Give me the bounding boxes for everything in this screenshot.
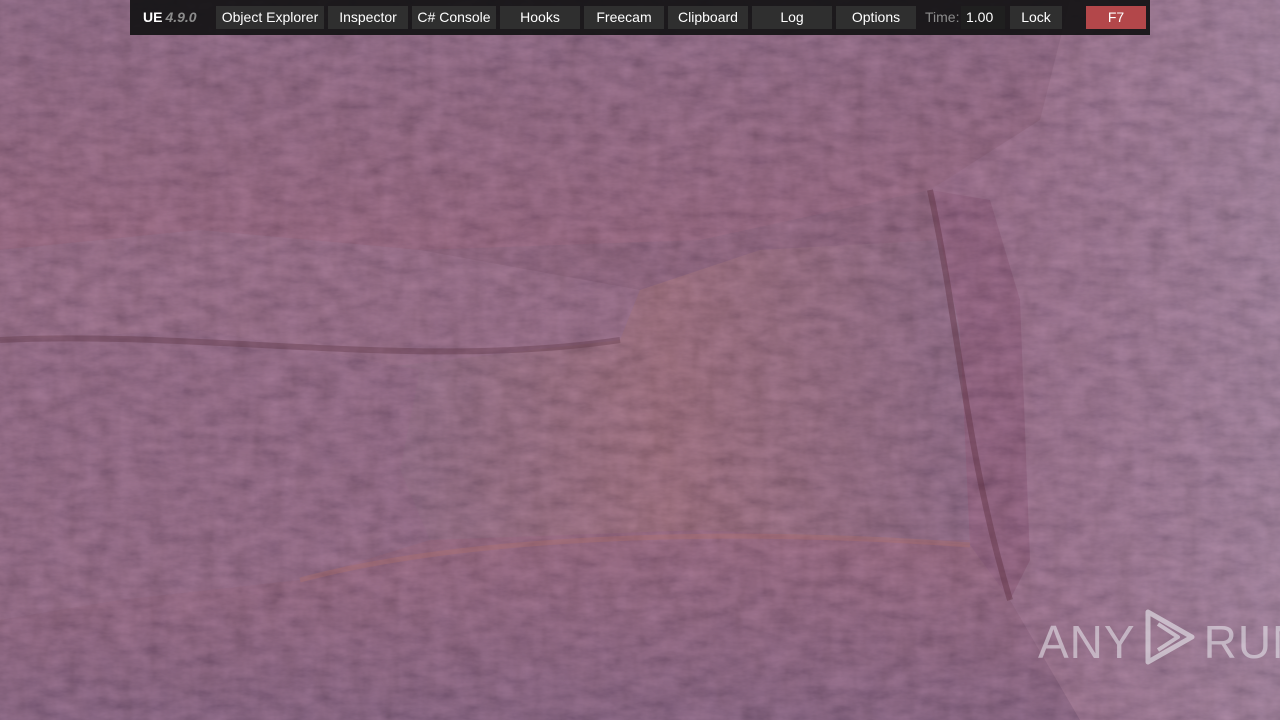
watermark-left-text: ANY [1038,616,1136,668]
ue-brand-label: UE 4.9.0 [143,0,197,35]
anyrun-watermark: ANY RUN [1038,609,1280,672]
ue-version-text: 4.9.0 [165,9,197,25]
unity-explorer-toolbar: UE 4.9.0 Object Explorer Inspector C# Con… [130,0,1150,35]
time-scale-label: Time: [925,9,960,25]
clipboard-button[interactable]: Clipboard [668,6,748,29]
log-button[interactable]: Log [752,6,832,29]
f7-toggle-button[interactable]: F7 [1086,6,1146,29]
freecam-button[interactable]: Freecam [584,6,664,29]
lock-button[interactable]: Lock [1010,6,1062,29]
ue-brand-text: UE [143,9,163,25]
time-scale-input[interactable]: 1.00 [961,6,1005,29]
csharp-console-button[interactable]: C# Console [412,6,496,29]
inspector-button[interactable]: Inspector [328,6,408,29]
options-button[interactable]: Options [836,6,916,29]
hooks-button[interactable]: Hooks [500,6,580,29]
watermark-right-text: RUN [1203,616,1280,668]
object-explorer-button[interactable]: Object Explorer [216,6,324,29]
play-triangle-icon [1140,608,1200,677]
